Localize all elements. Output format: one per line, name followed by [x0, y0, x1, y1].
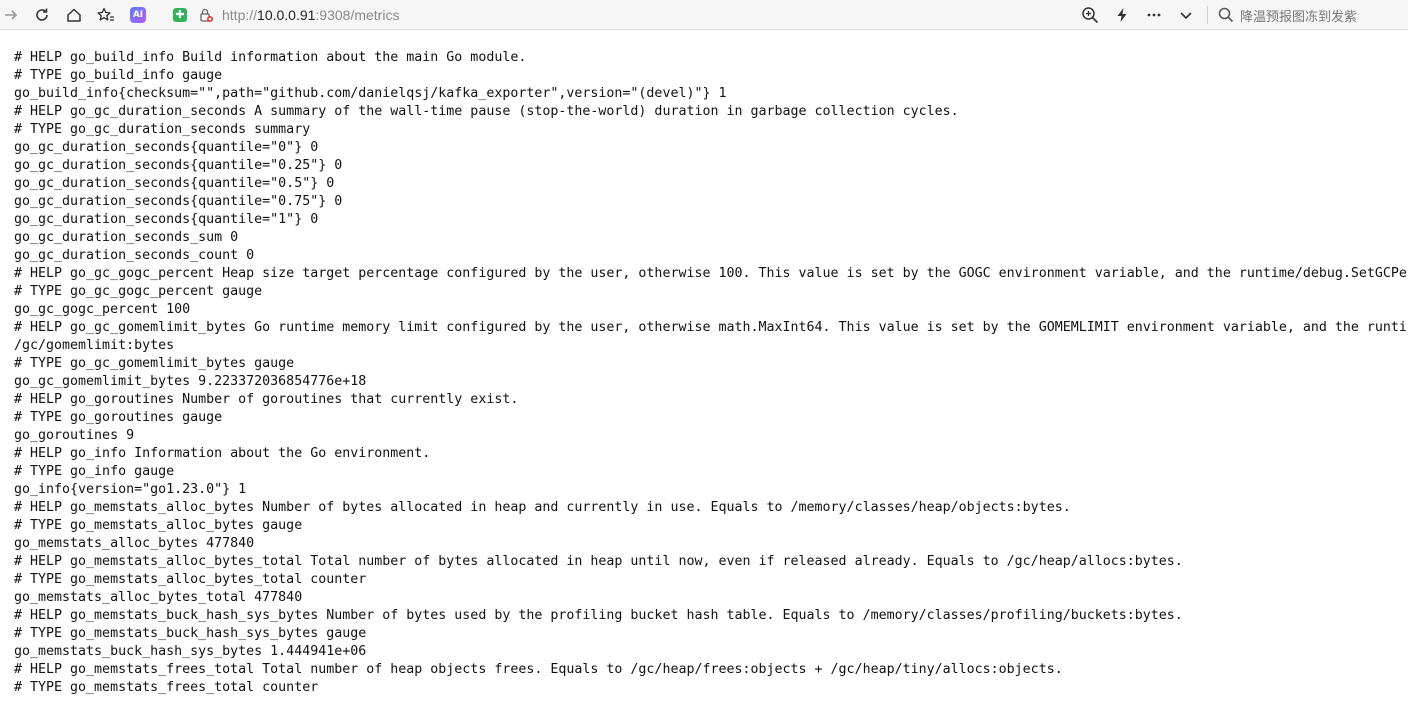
shield-label: ✚ — [173, 8, 187, 22]
metric-line: go_gc_duration_seconds{quantile="0.25"} … — [14, 158, 343, 173]
metric-line: # TYPE go_gc_duration_seconds summary — [14, 122, 311, 137]
search-placeholder: 降温预报图冻到发紫 — [1240, 9, 1358, 25]
metric-line: # HELP go_memstats_alloc_bytes Number of… — [14, 500, 1071, 515]
more-menu-icon[interactable] — [1143, 4, 1165, 26]
metric-line: go_gc_duration_seconds{quantile="0.75"} … — [14, 194, 343, 209]
forward-icon[interactable] — [0, 4, 22, 26]
url-path: :9308/metrics — [315, 7, 400, 23]
search-icon — [1218, 7, 1234, 23]
metric-line: # TYPE go_memstats_buck_hash_sys_bytes g… — [14, 626, 367, 641]
lightning-icon[interactable] — [1111, 4, 1133, 26]
metric-line: # HELP go_memstats_frees_total Total num… — [14, 662, 1063, 677]
metric-line: go_gc_gogc_percent 100 — [14, 302, 191, 317]
metrics-text-body: # HELP go_build_info Build information a… — [14, 49, 1408, 697]
metric-line: # HELP go_gc_gogc_percent Heap size targ… — [14, 266, 1407, 281]
metric-line: go_memstats_buck_hash_sys_bytes 1.444941… — [14, 644, 367, 659]
metric-line: # TYPE go_memstats_frees_total counter — [14, 680, 319, 695]
search-box[interactable]: 降温预报图冻到发紫 — [1212, 2, 1408, 28]
metric-line: go_info{version="go1.23.0"} 1 — [14, 482, 247, 497]
chevron-down-icon[interactable] — [1175, 4, 1197, 26]
metric-line: # TYPE go_goroutines gauge — [14, 410, 223, 425]
metric-line: # TYPE go_memstats_alloc_bytes gauge — [14, 518, 303, 533]
reload-icon[interactable] — [31, 4, 53, 26]
metric-line: # TYPE go_gc_gomemlimit_bytes gauge — [14, 356, 295, 371]
metric-line: # HELP go_gc_gomemlimit_bytes Go runtime… — [14, 320, 1408, 335]
metric-line: go_gc_duration_seconds{quantile="0"} 0 — [14, 140, 319, 155]
metric-line: # HELP go_build_info Build information a… — [14, 50, 527, 65]
ai-extension-icon[interactable]: AI — [127, 4, 149, 26]
metric-line: # TYPE go_info gauge — [14, 464, 175, 479]
zoom-icon[interactable] — [1079, 4, 1101, 26]
metric-line: # HELP go_info Information about the Go … — [14, 446, 431, 461]
metric-line: /gc/gomemlimit:bytes — [14, 338, 175, 353]
metric-line: # HELP go_memstats_buck_hash_sys_bytes N… — [14, 608, 1183, 623]
metric-line: # TYPE go_gc_gogc_percent gauge — [14, 284, 263, 299]
bookmark-star-icon[interactable] — [95, 4, 117, 26]
metric-line: # TYPE go_build_info gauge — [14, 68, 223, 83]
metric-line: go_gc_duration_seconds_sum 0 — [14, 230, 239, 245]
metric-line: # TYPE go_memstats_alloc_bytes_total cou… — [14, 572, 367, 587]
metric-line: # HELP go_gc_duration_seconds A summary … — [14, 104, 959, 119]
ai-extension-label: AI — [130, 7, 146, 23]
metric-line: go_memstats_alloc_bytes_total 477840 — [14, 590, 303, 605]
url-host: 10.0.0.91 — [257, 7, 316, 23]
metric-line: go_memstats_alloc_bytes 477840 — [14, 536, 255, 551]
metric-line: go_gc_duration_seconds_count 0 — [14, 248, 255, 263]
metric-line: # HELP go_goroutines Number of goroutine… — [14, 392, 519, 407]
url-scheme: http:// — [222, 7, 258, 23]
security-shield-icon[interactable]: ✚ — [169, 4, 191, 26]
browser-toolbar: AI ✚ http://10.0.0.91:9308/metrics 降温预报图… — [0, 0, 1408, 30]
metric-line: # HELP go_memstats_alloc_bytes_total Tot… — [14, 554, 1183, 569]
home-icon[interactable] — [63, 4, 85, 26]
metric-line: go_build_info{checksum="",path="github.c… — [14, 86, 727, 101]
address-bar[interactable]: http://10.0.0.91:9308/metrics — [222, 6, 399, 24]
metric-line: go_gc_duration_seconds{quantile="1"} 0 — [14, 212, 319, 227]
metric-line: go_gc_gomemlimit_bytes 9.223372036854776… — [14, 374, 367, 389]
metric-line: go_gc_duration_seconds{quantile="0.5"} 0 — [14, 176, 335, 191]
insecure-lock-icon[interactable] — [195, 4, 217, 26]
toolbar-divider — [1207, 6, 1208, 24]
metric-line: go_goroutines 9 — [14, 428, 135, 443]
